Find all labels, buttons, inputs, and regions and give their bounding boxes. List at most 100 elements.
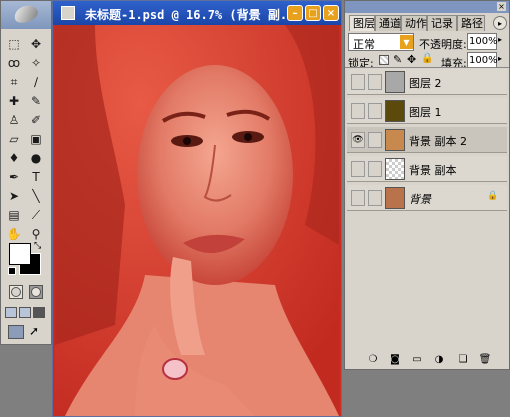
trash-icon[interactable]: 🗑 [479,353,492,365]
link-toggle[interactable] [368,161,382,177]
lock-transparency-icon[interactable] [379,55,389,65]
layer-thumbnail [385,187,405,209]
fill-slider-toggle-icon[interactable]: ▸ [498,54,502,63]
dodge-tool-icon[interactable]: ● [26,149,46,167]
link-toggle[interactable] [368,132,382,148]
visibility-toggle[interactable] [351,161,365,177]
swap-colors-icon[interactable]: ⤡ [34,241,41,251]
toolbox-header[interactable] [1,1,51,29]
layer-style-icon[interactable]: ❍ [367,353,379,365]
circle-icon [31,287,41,297]
document-title-bar[interactable]: 未标题-1.psd @ 16.7% (背景 副... – □ × [53,1,341,25]
screen-mode-standard-button[interactable] [5,307,17,318]
eye-icon: 👁 [352,135,364,145]
imageready-button[interactable] [8,325,24,339]
path-selection-tool-icon[interactable]: ➤ [4,187,24,205]
screen-mode-full-button[interactable] [33,307,45,318]
eraser-tool-icon[interactable]: ▱ [4,130,24,148]
new-layer-icon[interactable]: ❏ [457,353,469,365]
panel-close-icon[interactable]: × [497,2,506,11]
layer-name: 图层 1 [409,106,442,119]
layer-row[interactable]: 背景 副本 [347,156,507,182]
clone-stamp-tool-icon[interactable]: ♙ [4,111,24,129]
document-window: 未标题-1.psd @ 16.7% (背景 副... – □ × [52,0,342,417]
tab-3[interactable]: 记录 [427,15,457,31]
new-set-icon[interactable]: ▭ [411,353,423,365]
visibility-toggle[interactable] [351,190,365,206]
opacity-label: 不透明度: [419,38,467,51]
lock-brush-icon[interactable]: ✎ [393,53,402,66]
link-toggle[interactable] [368,190,382,206]
jump-to-imageready-icon[interactable]: ➚ [29,324,39,338]
layer-row[interactable]: 背景 🔒 [347,185,507,211]
lock-position-icon[interactable]: ✥ [407,53,416,66]
magic-wand-tool-icon[interactable]: ✧ [26,54,46,72]
image-canvas[interactable] [55,25,339,416]
opacity-field[interactable]: 100% [467,33,498,50]
minimize-button[interactable]: – [287,5,303,21]
crop-tool-icon[interactable]: ⌗ [4,73,24,91]
close-button[interactable]: × [323,5,339,21]
history-brush-tool-icon[interactable]: ✐ [26,111,46,129]
circle-icon [11,287,21,297]
blend-mode-select[interactable]: 正常 ▼ [348,33,414,51]
layer-row[interactable]: 图层 1 [347,98,507,124]
visibility-toggle[interactable]: 👁 [351,132,365,148]
tab-4[interactable]: 路径 [457,15,485,31]
tab-1[interactable]: 通道 [375,15,401,31]
gradient-tool-icon[interactable]: ▣ [26,130,46,148]
panel-title-bar[interactable]: × [345,1,509,13]
layer-name: 背景 [409,193,431,206]
marquee-tool-icon[interactable]: ⬚ [4,35,24,53]
notes-tool-icon[interactable]: ▤ [4,206,24,224]
type-tool-icon[interactable]: T [26,168,46,186]
toolbox-panel: ⬚ ✥ ꝏ ✧ ⌗ ∕ ✚ ✎ ♙ ✐ ▱ ▣ ♦ ● ✒ T ➤ ╲ ▤ ⟋ ✋ ⚲ ⤡ ➚ [0,0,52,345]
layer-name: 背景 副本 2 [409,135,467,148]
move-tool-icon[interactable]: ✥ [26,35,46,53]
add-mask-icon[interactable]: ◙ [389,353,401,365]
line-tool-icon[interactable]: ╲ [26,187,46,205]
layer-name: 背景 副本 [409,164,457,177]
foreground-color-swatch[interactable] [9,243,31,265]
minimize-icon: – [292,7,298,19]
document-title: 未标题-1.psd @ 16.7% (背景 副... [85,8,302,22]
eyedropper-tool-icon[interactable]: ⟋ [26,206,46,224]
pen-tool-icon[interactable]: ✒ [4,168,24,186]
slice-tool-icon[interactable]: ∕ [26,73,46,91]
link-toggle[interactable] [368,74,382,90]
layer-thumbnail [385,158,405,180]
default-colors-icon[interactable] [8,267,16,275]
panel-menu-button[interactable]: ▸ [493,16,507,30]
layer-thumbnail [385,129,405,151]
layers-list: 图层 2 图层 1 👁 背景 副本 2 背景 副本背景 🔒 [345,67,509,349]
document-icon [61,6,75,20]
tab-2[interactable]: 动作 [401,15,427,31]
layers-panel: × 图层 通道 动作 记录 路径 ▸ 正常 ▼ 不透明度: 100% ▸ 锁定: ✎ ✥… [344,0,510,370]
layer-name: 图层 2 [409,77,442,90]
link-toggle[interactable] [368,103,382,119]
layer-row[interactable]: 图层 2 [347,69,507,95]
lasso-tool-icon[interactable]: ꝏ [4,54,24,72]
close-icon: × [326,7,336,19]
blur-tool-icon[interactable]: ♦ [4,149,24,167]
lock-all-icon[interactable]: 🔒 [421,53,433,64]
maximize-icon: □ [308,7,318,19]
chevron-down-icon: ▼ [400,35,413,49]
portrait-image [55,25,339,416]
hand-tool-icon[interactable]: ✋ [4,225,24,243]
layer-row[interactable]: 👁 背景 副本 2 [347,127,507,153]
standard-mode-button[interactable] [9,285,23,299]
opacity-slider-toggle-icon[interactable]: ▸ [498,35,502,44]
visibility-toggle[interactable] [351,74,365,90]
quick-mask-button[interactable] [29,285,43,299]
visibility-toggle[interactable] [351,103,365,119]
maximize-button[interactable]: □ [305,5,321,21]
brush-tool-icon[interactable]: ✎ [26,92,46,110]
adjustment-layer-icon[interactable]: ◑ [433,353,445,365]
lock-icon: 🔒 [487,191,499,201]
screen-mode-menubar-button[interactable] [19,307,31,318]
tool-grid: ⬚ ✥ ꝏ ✧ ⌗ ∕ ✚ ✎ ♙ ✐ ▱ ▣ ♦ ● ✒ T ➤ ╲ ▤ ⟋ ✋ ⚲ [4,35,48,243]
healing-brush-tool-icon[interactable]: ✚ [4,92,24,110]
blend-mode-value: 正常 [353,38,375,51]
tab-0[interactable]: 图层 [349,15,375,31]
